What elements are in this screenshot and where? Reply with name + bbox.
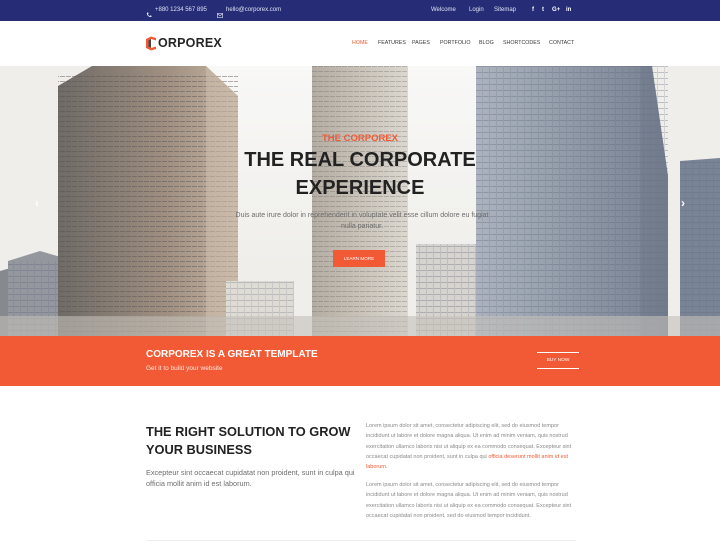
section-paragraph-1: Lorem ipsum dolor sit amet, consectetur … (366, 421, 576, 472)
nav-pages[interactable]: PAGES (412, 37, 430, 49)
welcome-link[interactable]: Welcome (431, 0, 456, 21)
learn-more-button[interactable]: LEARN MORE (333, 250, 385, 267)
top-bar: +880 1234 567 895 hello@corporex.com Wel… (0, 0, 720, 21)
phone-icon (146, 7, 152, 17)
cta-title: CORPOREX IS A GREAT TEMPLATE (146, 349, 318, 360)
email-contact[interactable]: hello@corporex.com (217, 0, 281, 21)
section-lead: Excepteur sint occaecat cupidatat non pr… (146, 468, 355, 488)
phone-contact[interactable]: +880 1234 567 895 (146, 0, 207, 21)
nav-features[interactable]: FEATURES (378, 37, 406, 49)
site-logo[interactable]: ORPOREX (145, 34, 222, 52)
nav-home[interactable]: HOME (352, 37, 368, 49)
logo-mark-icon (145, 36, 157, 51)
hero-slider: ‹ › THE CORPOREX THE REAL CORPORATE EXPE… (0, 66, 720, 336)
logo-text: ORPOREX (158, 36, 222, 50)
hero-title-line-1: THE REAL CORPORATE (244, 149, 476, 171)
twitter-icon[interactable]: t (542, 0, 544, 21)
section-title: THE RIGHT SOLUTION TO GROW YOUR BUSINESS (146, 424, 351, 457)
linkedin-icon[interactable]: in (566, 0, 571, 21)
nav-portfolio[interactable]: PORTFOLIO (440, 37, 471, 49)
phone-number: +880 1234 567 895 (155, 7, 207, 13)
sitemap-link[interactable]: Sitemap (494, 0, 516, 21)
envelope-icon (217, 7, 224, 18)
google-plus-icon[interactable]: G+ (552, 0, 560, 21)
hero-kicker: THE CORPOREX (321, 133, 398, 144)
nav-shortcodes[interactable]: SHORTCODES (503, 37, 540, 49)
cta-band: CORPOREX IS A GREAT TEMPLATE Get it to b… (0, 336, 720, 386)
email-address: hello@corporex.com (226, 7, 282, 13)
nav-blog[interactable]: BLOG (479, 37, 494, 49)
hero-title-line-2: EXPERIENCE (295, 177, 425, 199)
hero-title: THE REAL CORPORATE EXPERIENCE (0, 146, 720, 202)
section-paragraph-2: Lorem ipsum dolor sit amet, consectetur … (366, 482, 572, 519)
buy-now-button[interactable]: BUY NOW (537, 352, 579, 369)
section-divider (146, 540, 576, 541)
login-link[interactable]: Login (469, 0, 484, 21)
hero-subtitle: Duis aute irure dolor in reprehenderit i… (235, 212, 489, 230)
nav-contact[interactable]: CONTACT (549, 37, 574, 49)
facebook-icon[interactable]: f (532, 0, 534, 21)
site-header: ORPOREX HOME FEATURES PAGES PORTFOLIO BL… (0, 21, 720, 66)
cta-subtitle: Get it to build your website (146, 365, 223, 372)
